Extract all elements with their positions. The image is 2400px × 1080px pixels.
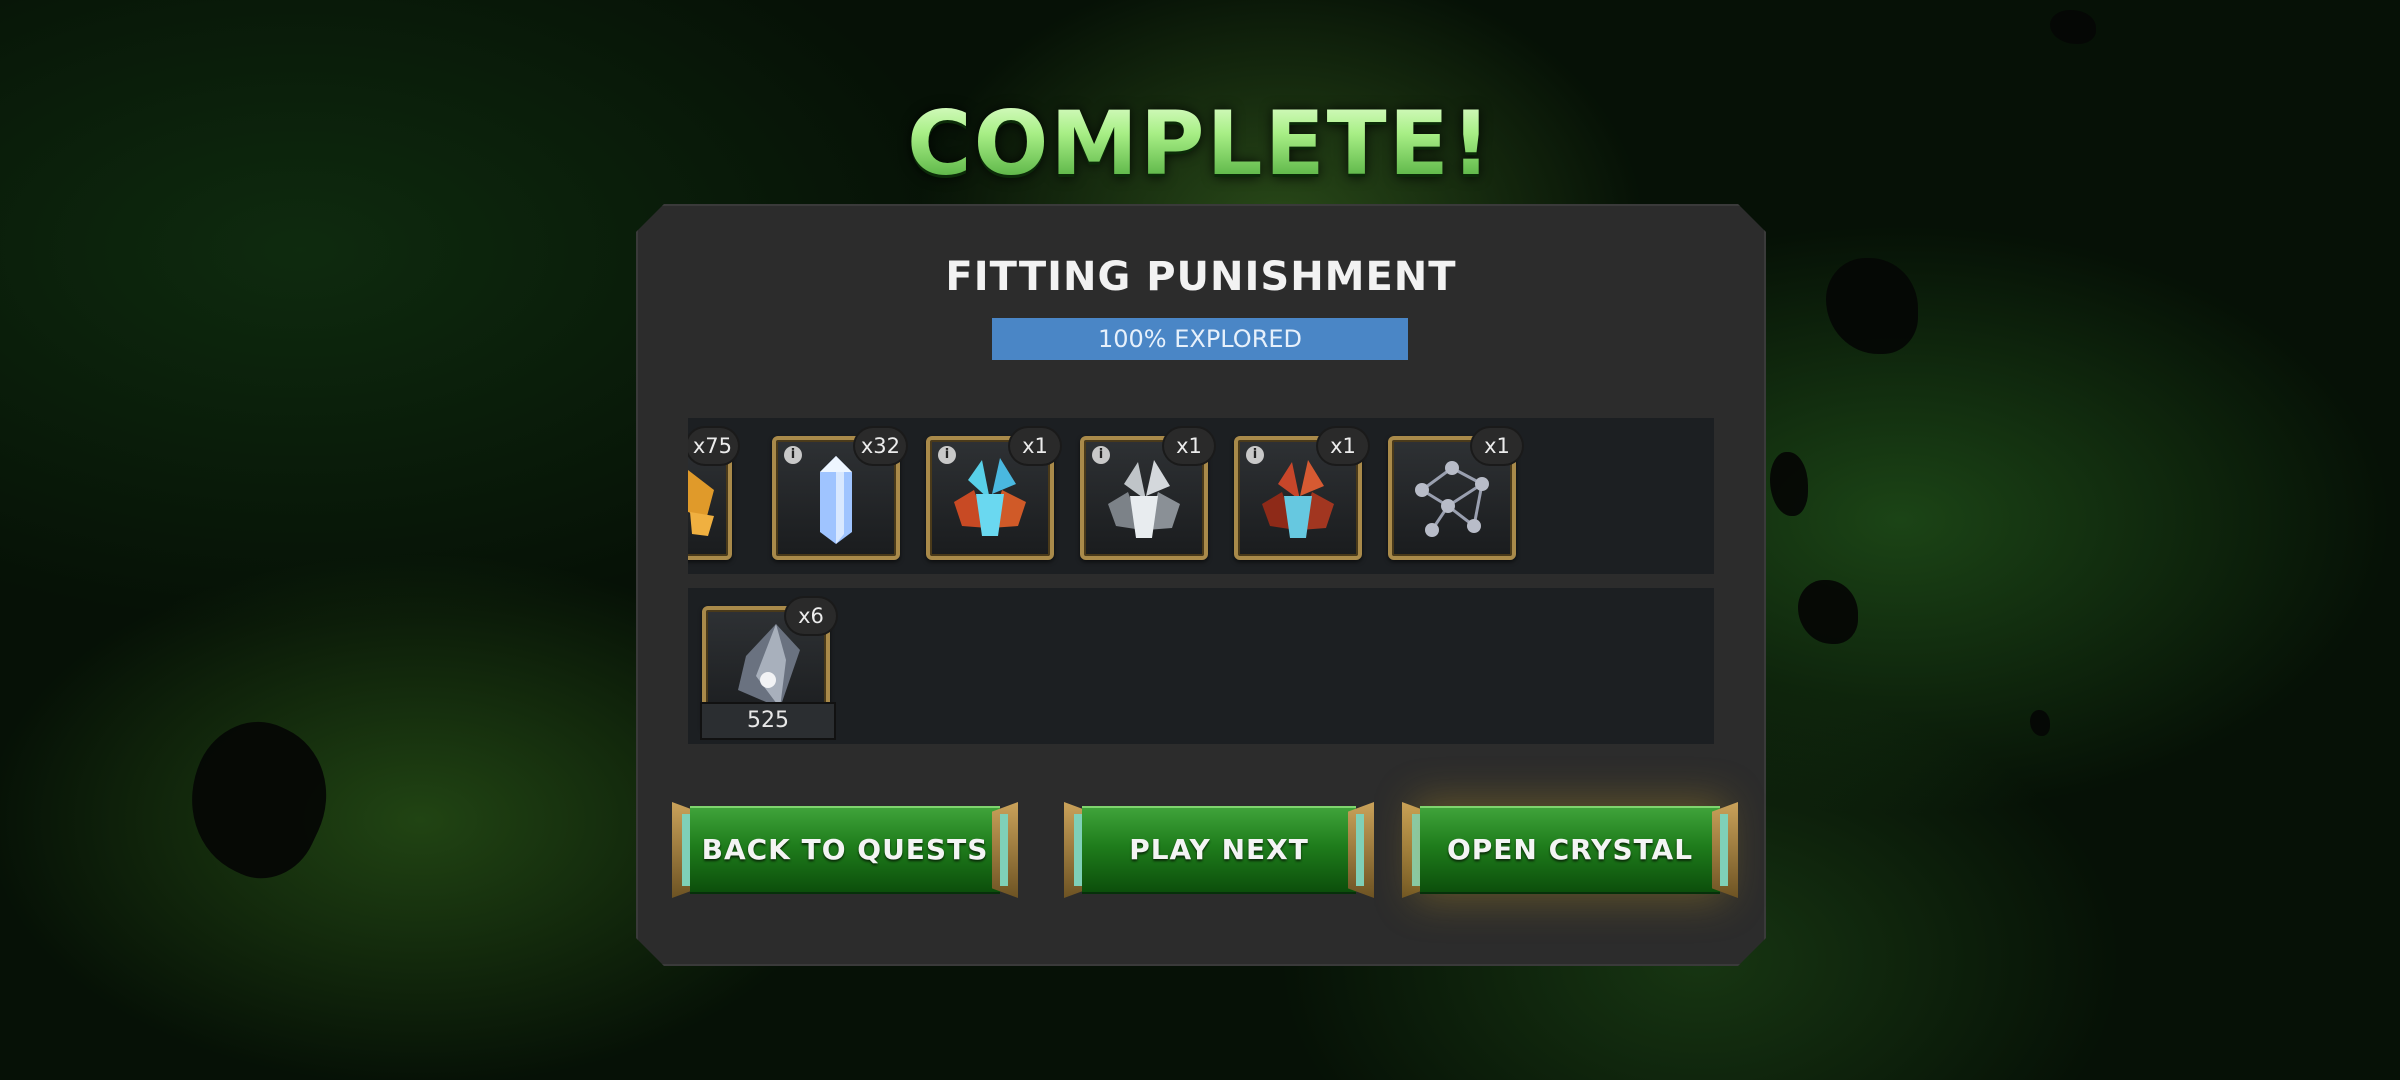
rewards-row[interactable]: x75 i x32 i x1 i x1 i x1 x1	[688, 418, 1714, 574]
asteroid	[2030, 710, 2050, 736]
asteroid	[1798, 580, 1858, 644]
asteroid	[164, 702, 352, 896]
item-count-badge: x1	[1318, 428, 1368, 464]
reward-item-catalyst-network[interactable]: x1	[1388, 428, 1522, 560]
reward-item-gold[interactable]: x75	[688, 428, 738, 560]
molecule-icon	[1415, 461, 1489, 537]
mutant-crystal-icon	[1262, 460, 1334, 538]
button-label: PLAY NEXT	[1129, 833, 1309, 866]
button-label: OPEN CRYSTAL	[1446, 833, 1694, 866]
reward-item-mutant-crystal[interactable]: i x1	[1234, 428, 1368, 560]
reward-item-silver-crystal[interactable]: i x1	[1080, 428, 1214, 560]
quest-name: FITTING PUNISHMENT	[945, 254, 1457, 300]
explored-progress-bar: 100% EXPLORED	[992, 318, 1408, 360]
asteroid	[1826, 258, 1918, 354]
cosmic-crystal-icon	[954, 458, 1026, 536]
silver-crystal-icon	[1108, 460, 1180, 538]
gold-icon	[688, 470, 714, 536]
play-next-button[interactable]: PLAY NEXT	[1064, 802, 1374, 898]
reward-item-gem-shard[interactable]: x6 525	[700, 598, 836, 740]
asteroid	[2050, 10, 2096, 44]
complete-title: COMPLETE!	[0, 92, 2400, 195]
reward-item-crystal-shard[interactable]: i x32	[772, 428, 906, 560]
open-crystal-button[interactable]: OPEN CRYSTAL	[1402, 802, 1738, 898]
item-count-badge: x1	[1472, 428, 1522, 464]
item-count-badge: x1	[1164, 428, 1214, 464]
quest-complete-panel: FITTING PUNISHMENT 100% EXPLORED x75 i x…	[636, 204, 1766, 966]
item-count-badge: x6	[786, 598, 836, 634]
item-count-badge: x32	[854, 428, 906, 464]
item-count-badge: x1	[1010, 428, 1060, 464]
asteroid	[1770, 452, 1808, 516]
rewards-row[interactable]: x6 525	[688, 588, 1714, 744]
back-to-quests-button[interactable]: BACK TO QUESTS	[672, 802, 1018, 898]
reward-item-cosmic-crystal[interactable]: i x1	[926, 428, 1060, 560]
item-value-label: 525	[700, 702, 836, 740]
crystal-shard-icon	[820, 456, 852, 544]
button-label: BACK TO QUESTS	[701, 833, 989, 866]
item-count-badge: x75	[688, 428, 738, 464]
